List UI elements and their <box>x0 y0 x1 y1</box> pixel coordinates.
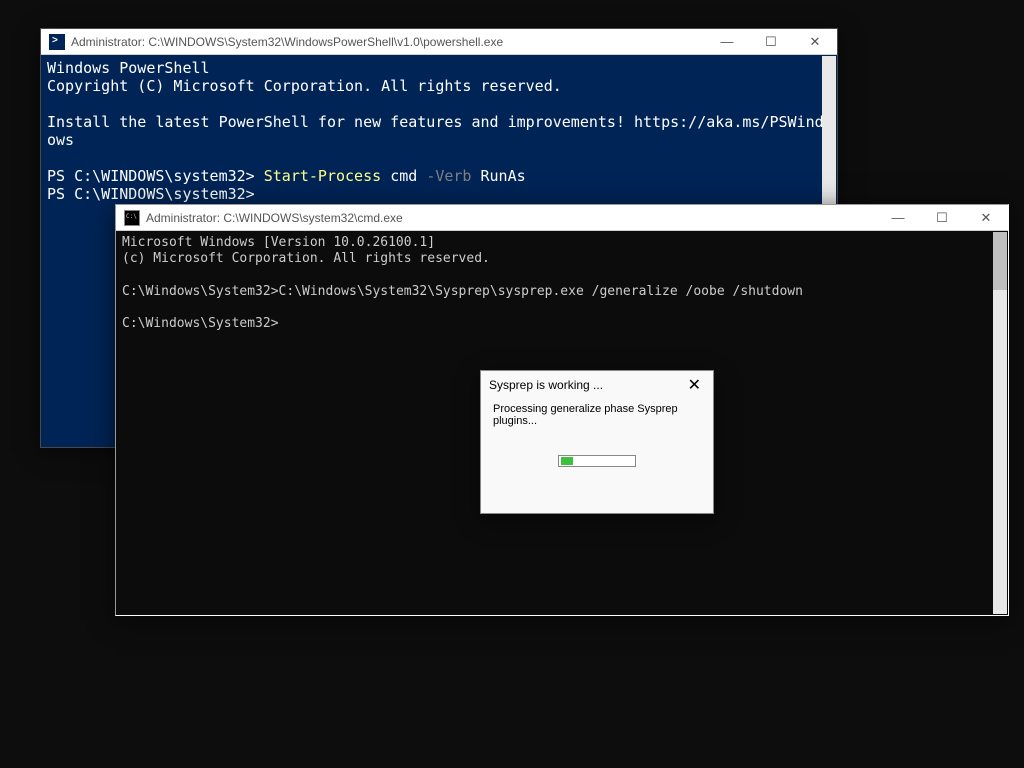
cmd-version: Microsoft Windows [Version 10.0.26100.1] <box>122 235 435 250</box>
cmd-console[interactable]: Microsoft Windows [Version 10.0.26100.1]… <box>116 231 1008 337</box>
close-button[interactable]: ✕ <box>964 205 1008 230</box>
cmd-scrollbar[interactable] <box>993 232 1007 614</box>
sysprep-body: Processing generalize phase Sysprep plug… <box>481 399 713 467</box>
cmd-copyright: (c) Microsoft Corporation. All rights re… <box>122 251 490 266</box>
cmd-title: Administrator: C:\WINDOWS\system32\cmd.e… <box>146 211 876 225</box>
sysprep-header[interactable]: Sysprep is working ... ✕ <box>481 371 713 399</box>
cmd-icon <box>124 210 140 226</box>
cmd-scrollbar-thumb[interactable] <box>993 232 1007 290</box>
ps-param: -Verb <box>426 167 471 185</box>
ps-arg1: cmd <box>390 167 417 185</box>
sysprep-dialog: Sysprep is working ... ✕ Processing gene… <box>480 370 714 514</box>
maximize-button[interactable]: ☐ <box>920 205 964 230</box>
close-icon[interactable]: ✕ <box>684 375 705 395</box>
sysprep-title: Sysprep is working ... <box>489 378 684 392</box>
maximize-button[interactable]: ☐ <box>749 29 793 54</box>
minimize-button[interactable]: — <box>876 205 920 230</box>
sysprep-progress-fill <box>561 457 573 465</box>
sysprep-message: Processing generalize phase Sysprep plug… <box>493 403 701 427</box>
cmd-prompt-2: C:\Windows\System32> <box>122 316 279 331</box>
powershell-titlebar[interactable]: Administrator: C:\WINDOWS\System32\Windo… <box>41 29 837 55</box>
cmd-titlebar[interactable]: Administrator: C:\WINDOWS\system32\cmd.e… <box>116 205 1008 231</box>
cmd-window-controls: — ☐ ✕ <box>876 205 1008 230</box>
ps-install-msg: Install the latest PowerShell for new fe… <box>47 113 824 149</box>
powershell-title: Administrator: C:\WINDOWS\System32\Windo… <box>71 35 705 49</box>
powershell-window-controls: — ☐ ✕ <box>705 29 837 54</box>
ps-banner-1: Windows PowerShell <box>47 59 210 77</box>
powershell-icon <box>49 34 65 50</box>
ps-prompt-1: PS C:\WINDOWS\system32> <box>47 167 264 185</box>
cmd-prompt-1: C:\Windows\System32> <box>122 284 279 299</box>
ps-prompt-2: PS C:\WINDOWS\system32> <box>47 185 255 203</box>
powershell-console[interactable]: Windows PowerShell Copyright (C) Microso… <box>41 55 837 207</box>
minimize-button[interactable]: — <box>705 29 749 54</box>
ps-cmdlet: Start-Process <box>264 167 381 185</box>
ps-banner-2: Copyright (C) Microsoft Corporation. All… <box>47 77 562 95</box>
ps-arg2: RunAs <box>481 167 526 185</box>
sysprep-progressbar <box>558 455 636 467</box>
cmd-command: C:\Windows\System32\Sysprep\sysprep.exe … <box>279 284 803 299</box>
close-button[interactable]: ✕ <box>793 29 837 54</box>
